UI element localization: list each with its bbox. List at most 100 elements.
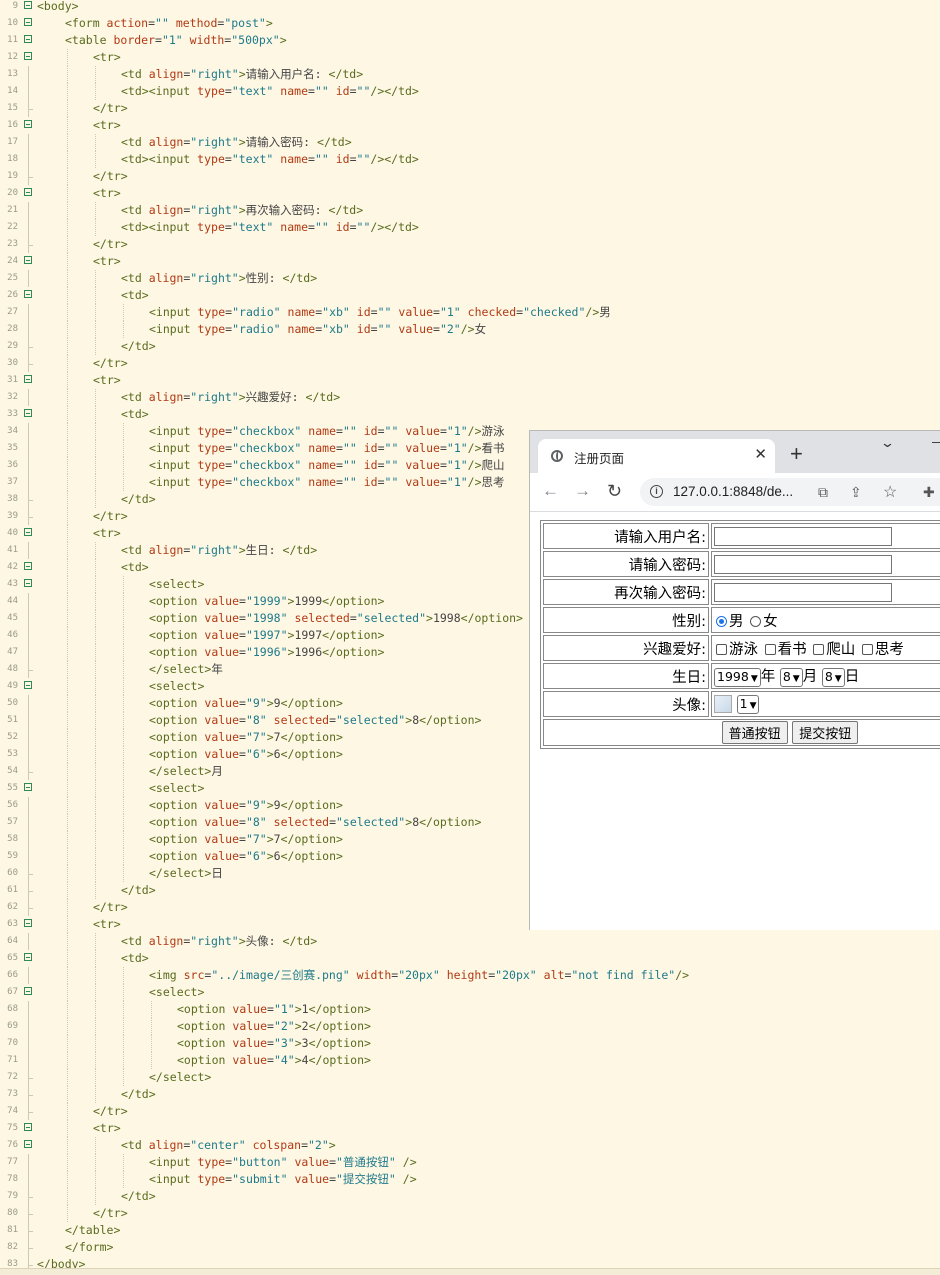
username-input[interactable] [714,526,892,546]
fold-toggle-icon[interactable] [24,987,32,995]
submit-button[interactable]: 提交按钮 [792,721,859,744]
code-line[interactable]: 17 <td align="right">请输入密码: </td> [0,134,940,151]
code-line[interactable]: 21 <td align="right">再次输入密码: </td> [0,202,940,219]
code-line[interactable]: 74 </tr> [0,1103,940,1120]
code-text: </td> [121,492,156,507]
code-line[interactable]: 75 <tr> [0,1120,940,1137]
translate-icon[interactable]: ⧉ [818,484,828,501]
code-line[interactable]: 65 <td> [0,950,940,967]
code-line[interactable]: 18 <td><input type="text" name="" id=""/>… [0,151,940,168]
code-line[interactable]: 76 <td align="center" colspan="2"> [0,1137,940,1154]
url-text[interactable]: 127.0.0.1:8848/de... [673,484,793,499]
code-line[interactable]: 31 <tr> [0,372,940,389]
code-line[interactable]: 72 </select> [0,1069,940,1086]
fold-toggle-icon[interactable] [24,681,32,689]
fold-toggle-icon[interactable] [24,52,32,60]
code-token: 9 [273,798,281,812]
code-line[interactable]: 19 </tr> [0,168,940,185]
code-line[interactable]: 25 <td align="right">性别: </td> [0,270,940,287]
password-input[interactable] [714,554,892,574]
code-line[interactable]: 9 <body> [0,0,940,15]
code-line[interactable]: 79 </td> [0,1188,940,1205]
code-line[interactable]: 66 <img src="../image/三创赛.png" width="20p… [0,967,940,984]
hobby-think-checkbox[interactable] [861,643,873,655]
code-line[interactable]: 11 <table border="1" width="500px"> [0,32,940,49]
site-info-icon[interactable]: i [650,485,663,498]
fold-toggle-icon[interactable] [24,290,32,298]
code-line[interactable]: 69 <option value="2">2</option> [0,1018,940,1035]
code-line[interactable]: 20 <tr> [0,185,940,202]
code-line[interactable]: 16 <tr> [0,117,940,134]
code-line[interactable]: 14 <td><input type="text" name="" id=""/>… [0,83,940,100]
code-line[interactable]: 70 <option value="3">3</option> [0,1035,940,1052]
gender-female-radio[interactable] [750,615,762,627]
fold-toggle-icon[interactable] [24,256,32,264]
bookmark-star-icon[interactable]: ☆ [883,482,897,502]
code-line[interactable]: 15 </tr> [0,100,940,117]
fold-toggle-icon[interactable] [24,919,32,927]
code-line[interactable]: 78 <input type="submit" value="提交按钮" /> [0,1171,940,1188]
fold-toggle-icon[interactable] [24,528,32,536]
month-select[interactable]: 8 ▼ [779,667,803,687]
code-line[interactable]: 26 <td> [0,287,940,304]
hobby-climb-checkbox[interactable] [813,643,825,655]
share-icon[interactable]: ⇪ [850,484,862,501]
day-select[interactable]: 8 ▼ [821,667,845,687]
code-line[interactable]: 13 <td align="right">请输入用户名: </td> [0,66,940,83]
password-again-input[interactable] [714,582,892,602]
fold-toggle-icon[interactable] [24,18,32,26]
year-select[interactable]: 1998 ▼ [714,667,761,687]
close-tab-icon[interactable]: ✕ [754,445,767,463]
fold-toggle-icon[interactable] [24,953,32,961]
tab-search-icon[interactable]: ⌄ [880,435,895,451]
address-bar[interactable]: i 127.0.0.1:8848/de... ⧉ ⇪ ☆ ✚ [640,478,940,506]
code-line[interactable]: 22 <td><input type="text" name="" id=""/>… [0,219,940,236]
code-line[interactable]: 82 </form> [0,1239,940,1256]
code-line[interactable]: 32 <td align="right">兴趣爱好: </td> [0,389,940,406]
fold-toggle-icon[interactable] [24,375,32,383]
code-text: </td> [121,883,156,898]
code-line[interactable]: 12 <tr> [0,49,940,66]
code-line[interactable]: 73 </td> [0,1086,940,1103]
minimize-button[interactable]: — [932,433,940,449]
tab-register-page[interactable]: 注册页面 ✕ [538,439,775,473]
forward-button[interactable]: → [574,481,591,501]
fold-toggle-icon[interactable] [24,579,32,587]
normal-button[interactable]: 普通按钮 [721,721,788,744]
fold-toggle-icon[interactable] [24,1,32,9]
code-line[interactable]: 28 <input type="radio" name="xb" id="" va… [0,321,940,338]
reload-button[interactable]: ↻ [607,481,622,502]
code-line[interactable]: 67 <select> [0,984,940,1001]
back-button[interactable]: ← [542,481,559,501]
code-line[interactable]: 10 <form action="" method="post"> [0,15,940,32]
code-line[interactable]: 81 </table> [0,1222,940,1239]
fold-toggle-icon[interactable] [24,1140,32,1148]
code-line[interactable]: 80 </tr> [0,1205,940,1222]
code-token: > [266,747,274,761]
hobby-read-checkbox[interactable] [764,643,776,655]
line-number: 46 [7,630,18,640]
code-line[interactable]: 27 <input type="radio" name="xb" id="" va… [0,304,940,321]
new-tab-button[interactable]: + [790,441,803,467]
code-line[interactable]: 33 <td> [0,406,940,423]
code-line[interactable]: 77 <input type="button" value="普通按钮" /> [0,1154,940,1171]
extensions-icon[interactable]: ✚ [923,484,935,501]
fold-toggle-icon[interactable] [24,783,32,791]
code-line[interactable]: 23 </tr> [0,236,940,253]
code-line[interactable]: 24 <tr> [0,253,940,270]
fold-toggle-icon[interactable] [24,188,32,196]
code-line[interactable]: 64 <td align="right">头像: </td> [0,933,940,950]
fold-toggle-icon[interactable] [24,409,32,417]
code-line[interactable]: 30 </tr> [0,355,940,372]
avatar-select[interactable]: 1 ▼ [736,694,760,714]
fold-toggle-icon[interactable] [24,35,32,43]
fold-toggle-icon[interactable] [24,120,32,128]
fold-toggle-icon[interactable] [24,1123,32,1131]
code-line[interactable]: 29 </td> [0,338,940,355]
code-line[interactable]: 71 <option value="4">4</option> [0,1052,940,1069]
gender-male-radio[interactable] [716,615,727,627]
code-text: <table border="1" width="500px"> [65,33,287,48]
fold-toggle-icon[interactable] [24,562,32,570]
hobby-swim-checkbox[interactable] [716,643,727,655]
code-line[interactable]: 68 <option value="1">1</option> [0,1001,940,1018]
